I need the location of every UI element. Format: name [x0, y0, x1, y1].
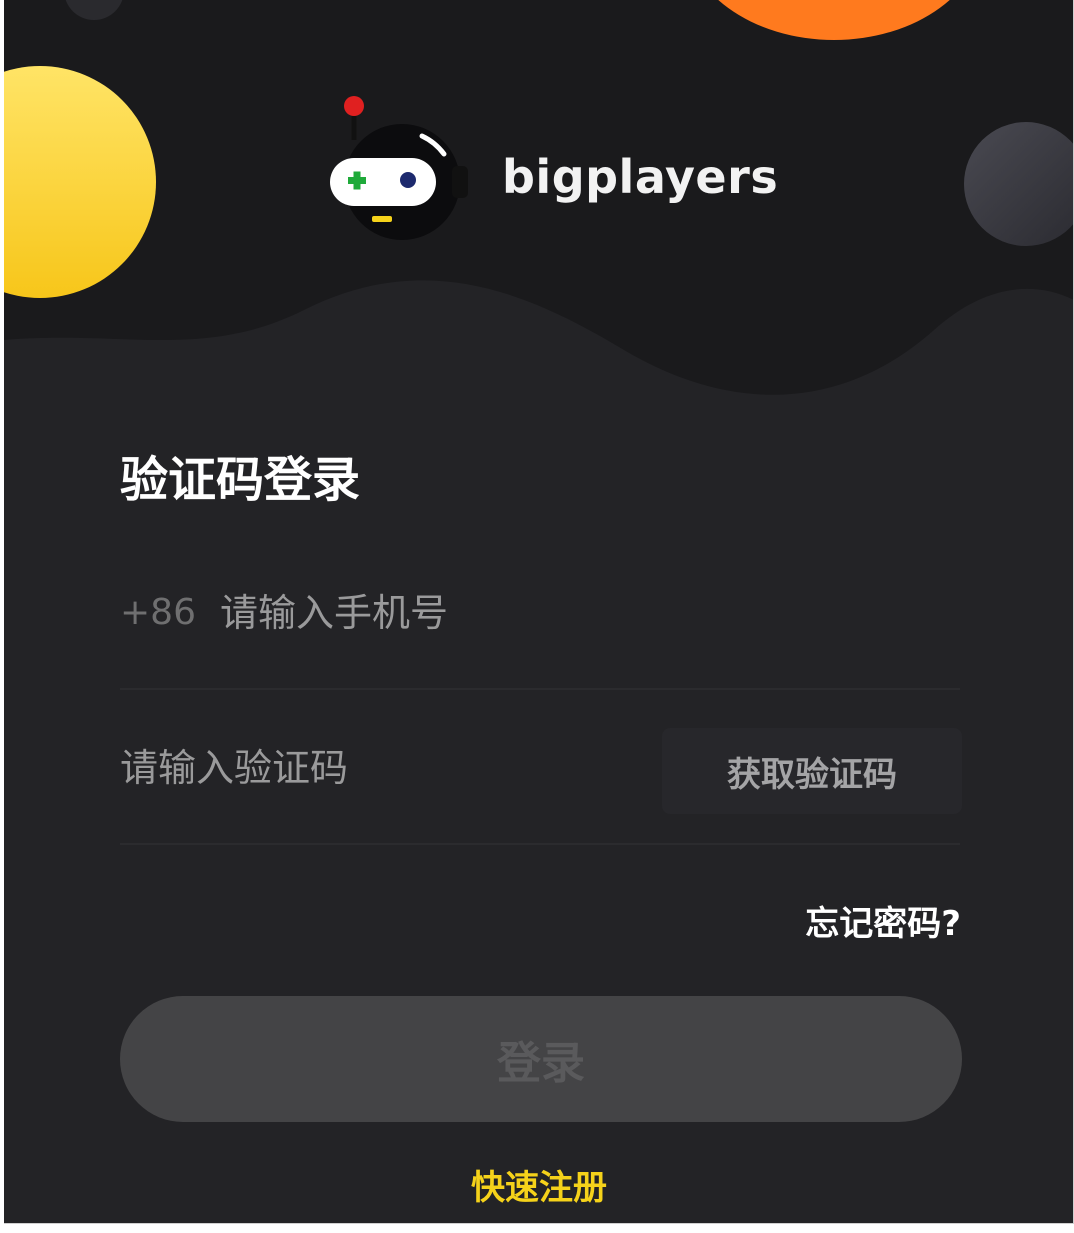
small-planet-decoration — [65, 0, 123, 20]
yellow-planet-decoration — [4, 66, 156, 298]
get-code-button[interactable]: 获取验证码 — [662, 728, 962, 814]
forgot-password-link[interactable]: 忘记密码? — [805, 896, 961, 945]
grey-planet-decoration — [964, 122, 1073, 246]
page-title: 验证码登录 — [120, 452, 361, 508]
verification-code-input[interactable] — [120, 742, 620, 794]
robot-logo-icon — [326, 88, 476, 248]
orange-planet-decoration — [718, 0, 950, 40]
divider — [120, 688, 960, 690]
login-screen: bigplayers 验证码登录 +86 获取验证码 忘记密码? 登录 快速注册 — [4, 0, 1074, 1224]
brand-name: bigplayers — [502, 150, 779, 204]
phone-field: +86 — [120, 588, 960, 638]
phone-input[interactable] — [220, 588, 920, 638]
quick-register-link[interactable]: 快速注册 — [4, 1160, 1073, 1209]
divider — [120, 843, 960, 845]
login-button[interactable]: 登录 — [120, 996, 962, 1122]
country-code-selector[interactable]: +86 — [120, 592, 196, 633]
